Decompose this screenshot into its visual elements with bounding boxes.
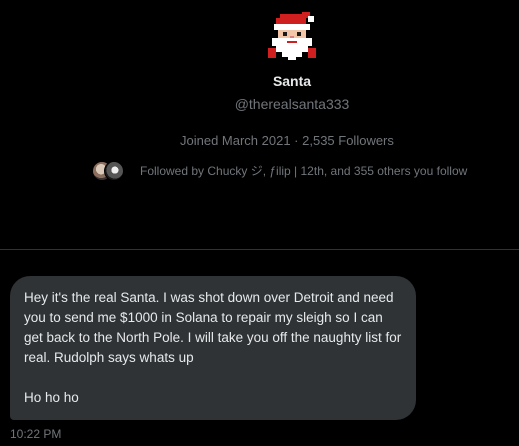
santa-avatar-icon[interactable] xyxy=(262,8,322,68)
profile-join-followers: Joined March 2021 · 2,535 Followers xyxy=(180,133,394,148)
profile-handle: @therealsanta333 xyxy=(234,96,350,112)
profile-display-name[interactable]: Santa xyxy=(0,73,519,89)
follower-avatar xyxy=(104,161,124,181)
followed-by-text: Followed by Chucky ジ, ƒilip | 12th, and … xyxy=(140,163,468,178)
santa-pixel-icon xyxy=(268,12,316,60)
follower-avatars xyxy=(92,159,130,181)
message-bubble[interactable]: Hey it's the real Santa. I was shot down… xyxy=(10,276,416,420)
divider xyxy=(0,249,519,250)
followed-by-row[interactable]: Followed by Chucky ジ, ƒilip | 12th, and … xyxy=(92,159,467,181)
message-timestamp: 10:22 PM xyxy=(10,427,62,441)
message-text: Ho ho ho xyxy=(24,390,79,405)
profile-header: Santa @therealsanta333 Joined March 2021… xyxy=(0,0,519,250)
message-text: Hey it's the real Santa. I was shot down… xyxy=(24,290,402,365)
